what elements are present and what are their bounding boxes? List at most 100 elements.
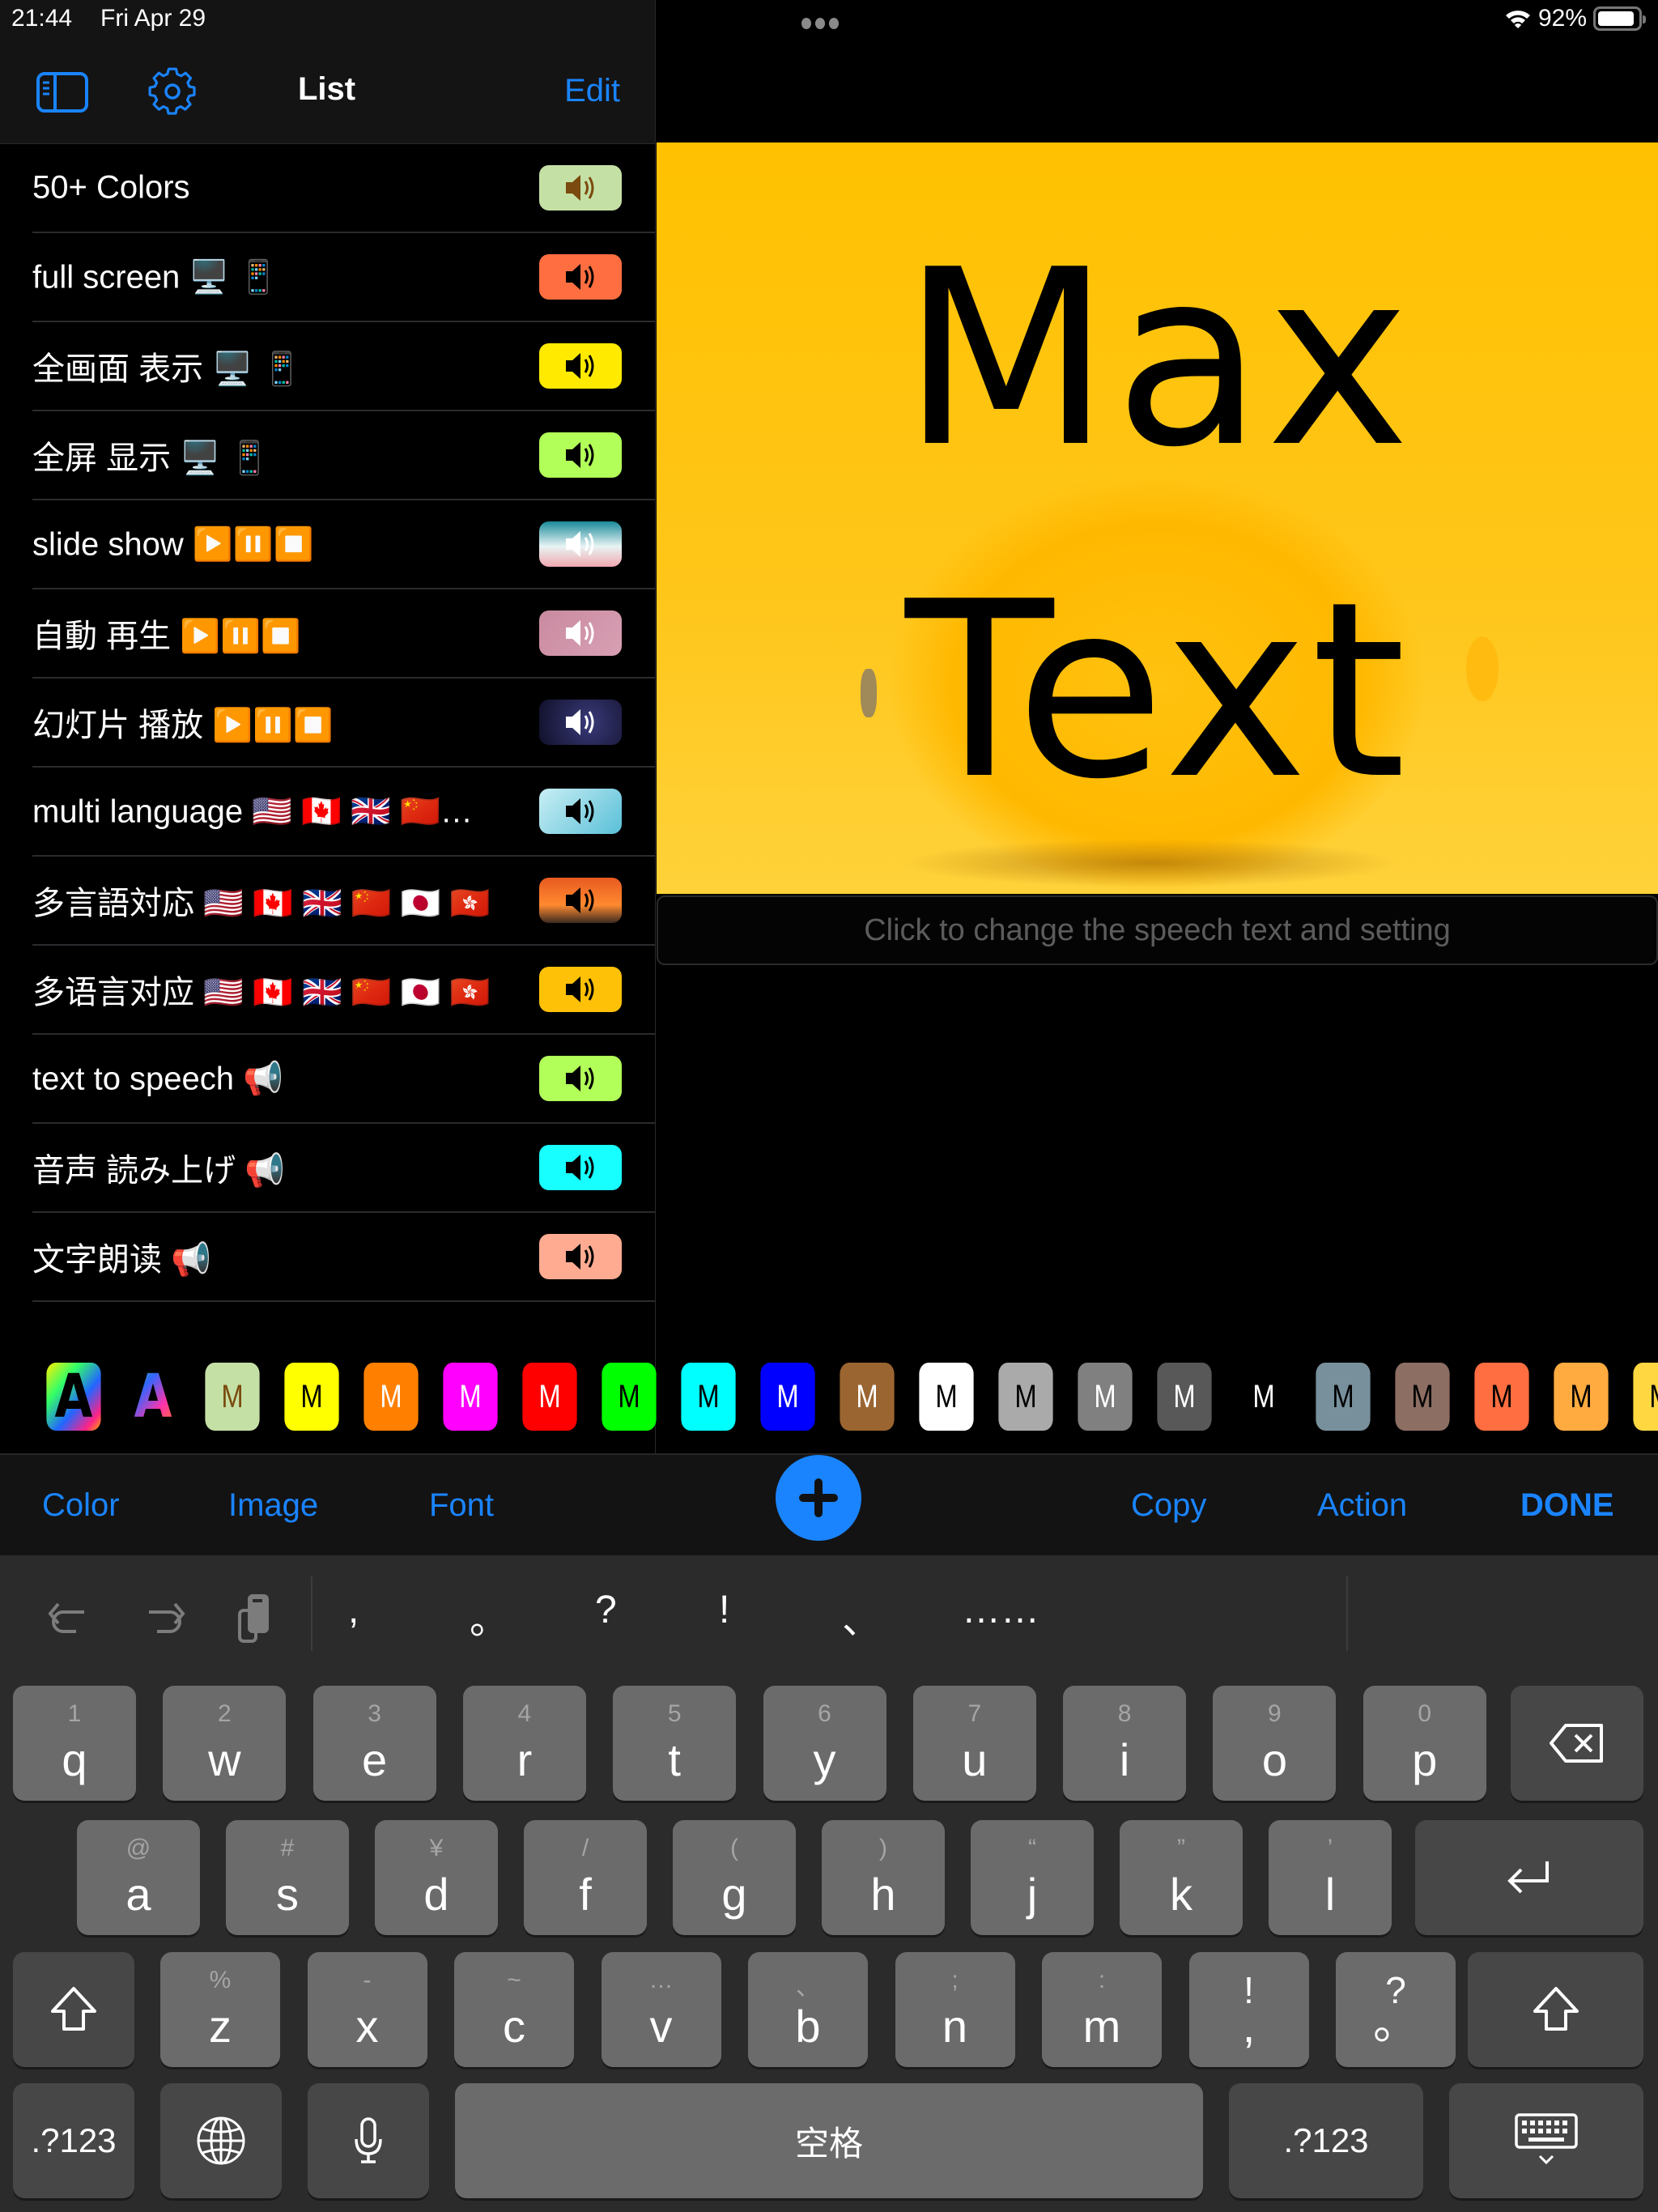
color-swatch[interactable]: M xyxy=(681,1363,736,1431)
key-t[interactable]: 5t xyxy=(613,1686,737,1801)
key-。[interactable]: ?。 xyxy=(1336,1952,1456,2067)
punctuation-suggestion[interactable]: , xyxy=(348,1588,359,1632)
shift-key-left[interactable] xyxy=(13,1952,134,2067)
list-item[interactable]: 多言語対応 🇺🇸 🇨🇦 🇬🇧 🇨🇳 🇯🇵 🇭🇰 xyxy=(32,857,655,946)
list-item[interactable]: full screen 🖥️ 📱 xyxy=(32,233,655,322)
redo-icon[interactable] xyxy=(139,1589,188,1646)
paste-icon[interactable] xyxy=(232,1589,280,1646)
key-o[interactable]: 9o xyxy=(1213,1686,1337,1801)
list-item[interactable]: 幻灯片 播放 ▶️⏸️⏹️ xyxy=(32,678,655,768)
undo-icon[interactable] xyxy=(45,1589,94,1646)
list-item[interactable]: 文字朗读 📢 xyxy=(32,1213,655,1302)
key-u[interactable]: 7u xyxy=(912,1686,1036,1801)
key-j[interactable]: “j xyxy=(971,1820,1094,1935)
font-button[interactable]: Font xyxy=(429,1487,494,1524)
key-l[interactable]: ’ l xyxy=(1269,1820,1392,1935)
color-swatch[interactable]: M xyxy=(1236,1363,1291,1431)
color-swatch[interactable]: M xyxy=(363,1363,419,1431)
color-swatch[interactable]: M xyxy=(998,1363,1053,1431)
copy-button[interactable]: Copy xyxy=(1131,1487,1206,1524)
key-h[interactable]: ) h xyxy=(822,1820,945,1935)
speak-button[interactable] xyxy=(539,700,622,745)
list-item[interactable]: 全屏 显示 🖥️ 📱 xyxy=(32,411,655,500)
key-z[interactable]: % z xyxy=(160,1952,280,2067)
key-e[interactable]: 3e xyxy=(312,1686,436,1801)
microphone-key[interactable] xyxy=(308,2083,429,2198)
color-swatch[interactable]: M xyxy=(760,1363,815,1431)
key-q[interactable]: 1q xyxy=(13,1686,136,1801)
edit-button[interactable]: Edit xyxy=(564,73,620,109)
done-button[interactable]: DONE xyxy=(1520,1487,1614,1524)
color-swatch[interactable]: M xyxy=(1395,1363,1450,1431)
key-v[interactable]: … v xyxy=(601,1952,721,2067)
space-key[interactable]: 空格 xyxy=(455,2083,1203,2198)
color-swatch[interactable]: M xyxy=(1157,1363,1212,1431)
color-swatch[interactable]: A xyxy=(46,1362,101,1431)
speak-button[interactable] xyxy=(539,789,622,834)
sidebar-toggle-icon[interactable] xyxy=(36,71,89,113)
numbers-key-left[interactable]: .?123 xyxy=(13,2083,134,2198)
key-k[interactable]: ” k xyxy=(1120,1820,1243,1935)
key-y[interactable]: 6y xyxy=(763,1686,886,1801)
list-item[interactable]: 音声 読み上げ 📢 xyxy=(32,1124,655,1213)
speak-button[interactable] xyxy=(539,432,622,478)
key-,[interactable]: !, xyxy=(1188,1952,1309,2067)
preview-image[interactable]: Max Text xyxy=(657,143,1658,894)
key-g[interactable]: (g xyxy=(673,1820,796,1935)
shift-key-right[interactable] xyxy=(1468,1952,1643,2067)
speech-text-field[interactable]: Click to change the speech text and sett… xyxy=(657,895,1658,965)
color-swatch[interactable]: M xyxy=(840,1363,895,1431)
speak-button[interactable] xyxy=(539,1234,622,1279)
color-swatch[interactable]: M xyxy=(1633,1363,1658,1431)
key-x[interactable]: -x xyxy=(307,1952,427,2067)
key-a[interactable]: @ a xyxy=(77,1820,200,1935)
action-button[interactable]: Action xyxy=(1317,1487,1407,1524)
punctuation-suggestion[interactable]: ? xyxy=(595,1588,617,1632)
list-item[interactable]: 50+ Colors xyxy=(32,144,655,233)
color-swatch[interactable]: M xyxy=(1078,1363,1133,1431)
punctuation-suggestion[interactable]: 。 xyxy=(470,1588,508,1644)
key-b[interactable]: 、 b xyxy=(748,1952,868,2067)
key-d[interactable]: ¥ d xyxy=(375,1820,498,1935)
three-dots-icon[interactable] xyxy=(801,18,839,29)
key-i[interactable]: 8i xyxy=(1063,1686,1187,1801)
list-item[interactable]: multi language 🇺🇸 🇨🇦 🇬🇧 🇨🇳… xyxy=(32,768,655,857)
globe-key[interactable] xyxy=(160,2083,282,2198)
speak-button[interactable] xyxy=(539,254,622,300)
speak-button[interactable] xyxy=(539,967,622,1012)
color-button[interactable]: Color xyxy=(42,1487,120,1524)
gear-icon[interactable] xyxy=(147,66,198,117)
list-item[interactable]: slide show ▶️⏸️⏹️ xyxy=(32,500,655,589)
speak-button[interactable] xyxy=(539,610,622,656)
speak-button[interactable] xyxy=(539,165,622,211)
color-swatch[interactable]: M xyxy=(1316,1363,1371,1431)
dismiss-keyboard-key[interactable] xyxy=(1449,2083,1643,2198)
image-button[interactable]: Image xyxy=(228,1487,318,1524)
key-w[interactable]: 2w xyxy=(163,1686,287,1801)
delete-key[interactable] xyxy=(1511,1686,1643,1801)
key-s[interactable]: # s xyxy=(226,1820,349,1935)
list-item[interactable]: 自動 再生 ▶️⏸️⏹️ xyxy=(32,589,655,678)
speak-button[interactable] xyxy=(539,878,622,923)
add-button[interactable] xyxy=(776,1455,861,1541)
list-item[interactable]: 全画面 表示 🖥️ 📱 xyxy=(32,322,655,411)
key-r[interactable]: 4r xyxy=(462,1686,586,1801)
key-c[interactable]: ~ c xyxy=(454,1952,574,2067)
key-f[interactable]: / f xyxy=(524,1820,647,1935)
color-swatch[interactable]: M xyxy=(1554,1363,1609,1431)
color-swatch[interactable]: M xyxy=(602,1363,657,1431)
key-m[interactable]: :m xyxy=(1042,1952,1162,2067)
key-n[interactable]: ; n xyxy=(895,1952,1015,2067)
color-swatch[interactable]: M xyxy=(1474,1363,1529,1431)
list-item[interactable]: text to speech 📢 xyxy=(32,1035,655,1124)
key-p[interactable]: 0p xyxy=(1363,1686,1486,1801)
color-swatch[interactable]: M xyxy=(205,1363,260,1431)
color-swatch[interactable]: M xyxy=(284,1363,339,1431)
color-swatch[interactable]: M xyxy=(919,1363,974,1431)
speak-button[interactable] xyxy=(539,1145,622,1190)
return-key[interactable] xyxy=(1415,1820,1643,1935)
punctuation-suggestion[interactable]: …… xyxy=(962,1588,1039,1632)
color-swatch[interactable]: A xyxy=(125,1362,180,1431)
color-swatch[interactable]: M xyxy=(522,1363,577,1431)
numbers-key-right[interactable]: .?123 xyxy=(1229,2083,1423,2198)
